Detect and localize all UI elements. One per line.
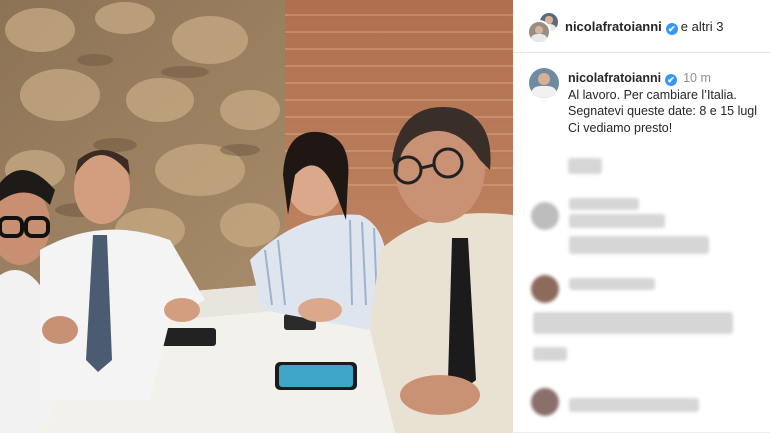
blurred-comment bbox=[569, 278, 655, 290]
post-caption: nicolafratoianni ✔ 10 m Al lavoro. Per cam… bbox=[568, 70, 768, 136]
blurred-meta bbox=[533, 347, 567, 361]
comment-avatar[interactable] bbox=[531, 202, 559, 230]
blurred-comment bbox=[569, 236, 709, 254]
header-collaborators[interactable]: e altri 3 bbox=[681, 19, 724, 34]
verified-badge-icon: ✔ bbox=[665, 74, 678, 86]
blurred-comment bbox=[569, 198, 639, 210]
blurred-comment bbox=[569, 398, 699, 412]
blurred-comment bbox=[533, 312, 733, 334]
avatar[interactable] bbox=[527, 20, 551, 44]
header-username[interactable]: nicolafratoianni bbox=[565, 19, 662, 34]
post-photo bbox=[0, 0, 513, 433]
post-header: nicolafratoianni ✔ e altri 3 bbox=[513, 0, 770, 53]
blurred-meta bbox=[568, 158, 602, 174]
comment-avatar[interactable] bbox=[531, 388, 559, 416]
collab-avatars[interactable] bbox=[527, 11, 560, 44]
caption-username[interactable]: nicolafratoianni bbox=[568, 71, 661, 85]
avatar[interactable] bbox=[529, 68, 559, 98]
group-selfie-image bbox=[0, 0, 513, 433]
post-side-panel: nicolafratoianni ✔ e altri 3 nicolafratoia… bbox=[513, 0, 770, 433]
caption-line: Al lavoro. Per cambiare l’Italia. bbox=[568, 87, 737, 102]
post-timestamp[interactable]: 10 m bbox=[683, 71, 711, 85]
header-username-row[interactable]: nicolafratoianni ✔ e altri 3 bbox=[565, 19, 723, 35]
caption-line: Ci vediamo presto! bbox=[568, 120, 673, 135]
verified-badge-icon: ✔ bbox=[665, 23, 678, 35]
blurred-comment bbox=[569, 214, 665, 228]
caption-line: Segnatevi queste date: 8 e 15 lugl bbox=[568, 104, 758, 118]
comment-avatar[interactable] bbox=[531, 275, 559, 303]
